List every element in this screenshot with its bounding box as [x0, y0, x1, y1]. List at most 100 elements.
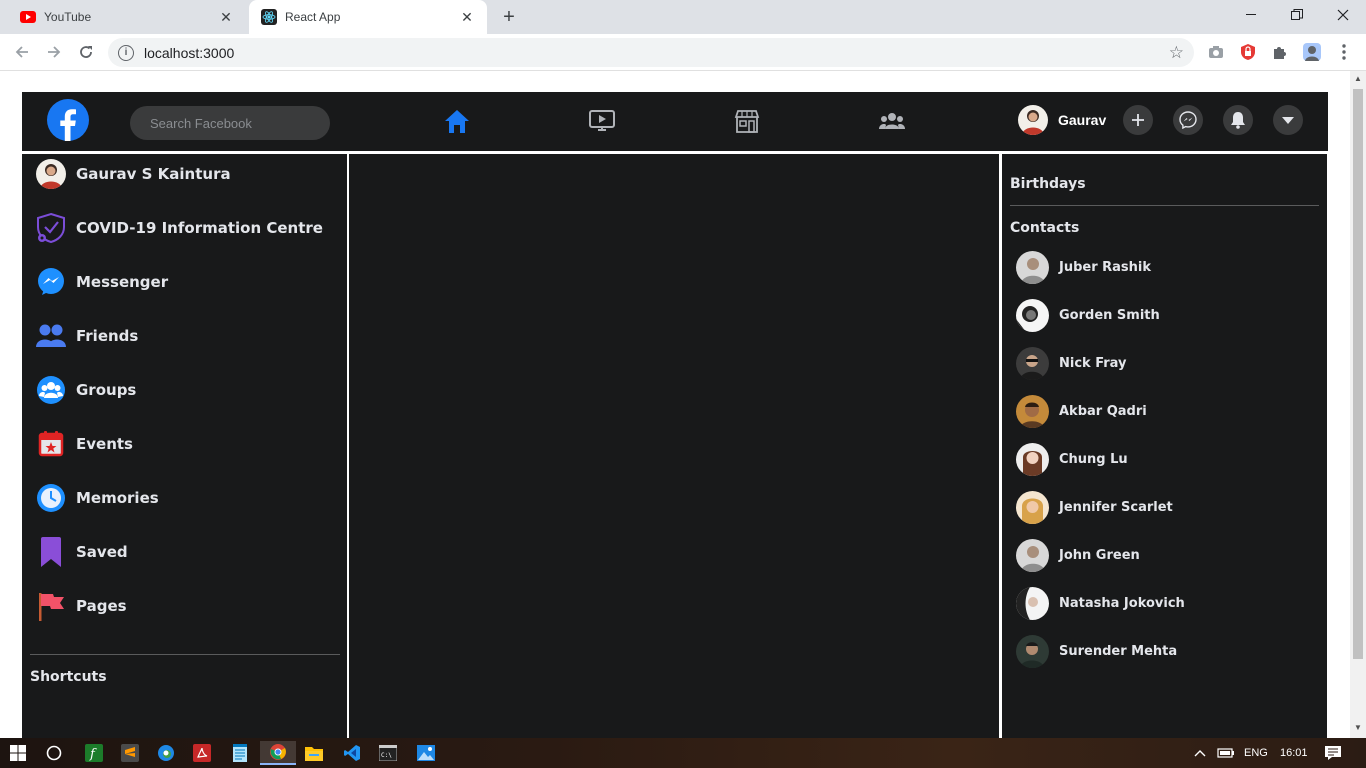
contact-item[interactable]: Nick Fray	[1016, 346, 1127, 380]
scroll-down-icon[interactable]: ▼	[1353, 723, 1363, 732]
file-explorer-icon[interactable]	[296, 741, 332, 765]
contact-item[interactable]: Natasha Jokovich	[1016, 586, 1185, 620]
messenger-icon	[1179, 111, 1197, 129]
flag-icon	[36, 591, 66, 621]
facebook-header: Gaurav	[22, 92, 1328, 151]
edge-browser-icon[interactable]	[148, 741, 184, 765]
news-feed	[349, 154, 999, 738]
puzzle-extensions-icon[interactable]	[1270, 42, 1290, 62]
contact-item[interactable]: Juber Rashik	[1016, 250, 1151, 284]
sidebar-item-profile[interactable]: Gaurav S Kaintura	[36, 156, 231, 192]
groups-icon[interactable]	[877, 106, 907, 136]
left-sidebar: Gaurav S Kaintura COVID-19 Information C…	[22, 154, 347, 738]
shield-extension-icon[interactable]	[1238, 42, 1258, 62]
groups-icon	[36, 375, 66, 405]
close-tab-icon[interactable]: ✕	[459, 9, 475, 25]
avatar	[1018, 105, 1048, 135]
notepad-icon[interactable]	[222, 741, 258, 765]
contact-name: Natasha Jokovich	[1059, 595, 1185, 611]
camera-icon[interactable]	[1206, 42, 1226, 62]
app-f-icon[interactable]: f	[76, 741, 112, 765]
sidebar-item-pages[interactable]: Pages	[36, 588, 127, 624]
watch-icon[interactable]	[587, 106, 617, 136]
sidebar-item-label: Memories	[76, 489, 159, 507]
sidebar-item-label: COVID-19 Information Centre	[76, 219, 323, 237]
close-window-button[interactable]	[1320, 0, 1366, 30]
contact-name: John Green	[1059, 547, 1140, 563]
search-circle-icon[interactable]	[36, 741, 72, 765]
notifications-button[interactable]	[1223, 105, 1253, 135]
avatar	[1016, 538, 1049, 572]
sublime-text-icon[interactable]	[112, 741, 148, 765]
profile-avatar-icon[interactable]	[1302, 42, 1322, 62]
header-profile[interactable]: Gaurav	[1018, 104, 1106, 136]
command-prompt-icon[interactable]: C:\	[370, 741, 406, 765]
browser-tab-strip: YouTube ✕ React App ✕ +	[0, 0, 1366, 34]
sidebar-item-groups[interactable]: Groups	[36, 372, 136, 408]
contact-item[interactable]: John Green	[1016, 538, 1140, 572]
clock-time[interactable]: 16:01	[1280, 738, 1308, 768]
contact-item[interactable]: Gorden Smith	[1016, 298, 1160, 332]
close-tab-icon[interactable]: ✕	[218, 9, 234, 25]
back-arrow-icon[interactable]	[10, 40, 34, 64]
plus-icon	[1132, 114, 1144, 126]
sidebar-item-memories[interactable]: Memories	[36, 480, 159, 516]
avatar	[1016, 442, 1049, 476]
right-sidebar: Birthdays Contacts Juber Rashik Gorden S…	[1002, 154, 1327, 738]
bell-icon	[1231, 112, 1245, 129]
tab-react-app[interactable]: React App ✕	[249, 0, 487, 34]
sidebar-item-saved[interactable]: Saved	[36, 534, 128, 570]
sidebar-item-label: Groups	[76, 381, 137, 399]
contact-name: Nick Fray	[1059, 355, 1127, 371]
notification-center-icon[interactable]	[1324, 738, 1342, 768]
home-icon[interactable]	[442, 106, 472, 136]
contact-item[interactable]: Jennifer Scarlet	[1016, 490, 1173, 524]
contact-item[interactable]: Akbar Qadri	[1016, 394, 1147, 428]
page-viewport: Gaurav Gaurav S Kaintura COVID-19 Inform…	[0, 71, 1350, 738]
messenger-button[interactable]	[1173, 105, 1203, 135]
account-menu-button[interactable]	[1273, 105, 1303, 135]
sidebar-item-covid[interactable]: COVID-19 Information Centre	[36, 210, 323, 246]
tab-youtube[interactable]: YouTube ✕	[8, 0, 246, 34]
marketplace-icon[interactable]	[732, 106, 762, 136]
address-bar[interactable]: i localhost:3000 ☆	[108, 38, 1194, 67]
reload-icon[interactable]	[74, 40, 98, 64]
info-icon[interactable]: i	[118, 44, 134, 61]
facebook-logo-icon[interactable]	[47, 99, 89, 141]
chrome-taskbar-icon[interactable]	[260, 741, 296, 765]
scrollbar-thumb[interactable]	[1353, 89, 1363, 659]
contacts-heading: Contacts	[1010, 220, 1080, 236]
windows-start-icon[interactable]	[0, 741, 36, 765]
avatar	[1016, 394, 1049, 428]
sidebar-item-label: Gaurav S Kaintura	[76, 165, 231, 183]
birthdays-heading: Birthdays	[1010, 176, 1086, 192]
battery-icon[interactable]	[1217, 738, 1235, 768]
minimize-button[interactable]	[1228, 0, 1274, 30]
sidebar-item-messenger[interactable]: Messenger	[36, 264, 168, 300]
photos-icon[interactable]	[408, 741, 444, 765]
scroll-up-icon[interactable]: ▲	[1353, 74, 1363, 83]
create-plus-button[interactable]	[1123, 105, 1153, 135]
contact-item[interactable]: Chung Lu	[1016, 442, 1128, 476]
language-indicator[interactable]: ENG	[1244, 738, 1268, 768]
contact-name: Chung Lu	[1059, 451, 1128, 467]
search-input[interactable]	[130, 106, 330, 140]
show-hidden-icons[interactable]	[1194, 738, 1206, 768]
new-tab-button[interactable]: +	[498, 6, 520, 28]
avatar	[1016, 586, 1049, 620]
right-divider	[1010, 205, 1319, 206]
bookmark-star-icon[interactable]: ☆	[1169, 43, 1184, 63]
more-menu-icon[interactable]	[1334, 42, 1354, 62]
page-scrollbar[interactable]: ▲ ▼	[1350, 71, 1366, 738]
pdf-reader-icon[interactable]	[184, 741, 220, 765]
contact-item[interactable]: Surender Mehta	[1016, 634, 1177, 668]
calendar-icon	[36, 429, 66, 459]
vscode-icon[interactable]	[334, 741, 370, 765]
forward-arrow-icon[interactable]	[42, 40, 66, 64]
header-user-name: Gaurav	[1058, 112, 1107, 128]
react-icon	[261, 9, 277, 25]
restore-button[interactable]	[1274, 0, 1320, 30]
sidebar-item-events[interactable]: Events	[36, 426, 133, 462]
sidebar-item-friends[interactable]: Friends	[36, 318, 138, 354]
contact-name: Juber Rashik	[1059, 259, 1152, 275]
